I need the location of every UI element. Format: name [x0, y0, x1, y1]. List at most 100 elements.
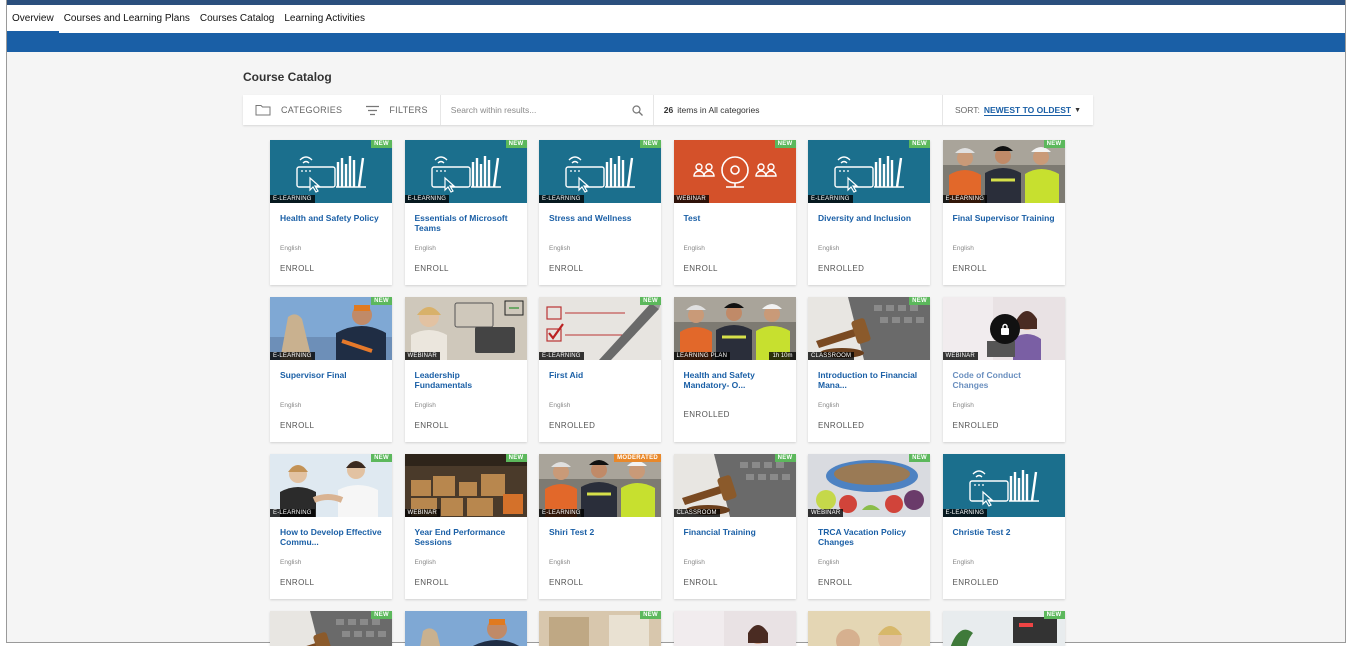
course-card[interactable]: NEW E-LEARNING Diversity and Inclusion Engl… — [808, 140, 930, 285]
course-card[interactable]: NEW E-LEARNING First Aid English ENROLLED — [539, 297, 661, 442]
course-type-label: E-LEARNING — [270, 352, 315, 360]
course-card[interactable]: WEBINAR Leadership Fundamentals English ENR… — [404, 297, 527, 442]
course-title-link[interactable]: Supervisor Final — [280, 370, 384, 380]
new-badge: NEW — [505, 454, 527, 462]
checklist-photo — [539, 297, 661, 360]
course-language: English — [549, 559, 571, 566]
course-card[interactable]: WEBINAR Code of Conduct Changes English ENR… — [942, 297, 1065, 442]
course-card[interactable]: NEW WEBINAR Year End Performance Sessions E… — [404, 454, 527, 599]
course-title-link[interactable]: Year End Performance Sessions — [415, 527, 519, 547]
course-type-label: E-LEARNING — [942, 509, 988, 517]
course-title-link[interactable]: Financial Training — [684, 527, 788, 537]
course-title-link[interactable]: Introduction to Financial Mana... — [818, 370, 922, 390]
course-title-link[interactable]: Health and Safety Policy — [280, 213, 384, 223]
course-card[interactable]: NEW CLASSROOM Introduction to Financial Ma… — [808, 297, 930, 442]
course-card[interactable]: NEW E-LEARNING Stress and Wellness English E… — [539, 140, 661, 285]
course-type-label: CLASSROOM — [808, 352, 855, 360]
course-thumbnail: NEW E-LEARNING — [539, 140, 661, 203]
course-language: English — [952, 559, 974, 566]
enroll-button[interactable]: ENROLL — [280, 421, 314, 430]
top-navigation: Overview Courses and Learning Plans Cour… — [7, 5, 1345, 33]
course-card[interactable] — [404, 611, 527, 646]
course-card[interactable]: NEW E-LEARNING How to Develop Effective Co… — [270, 454, 392, 599]
course-card[interactable]: NEW CLASSROOM Financial Training English ENR… — [673, 454, 796, 599]
enroll-button[interactable]: ENROLL — [549, 264, 583, 273]
enrolled-status: ENROLLED — [952, 578, 999, 587]
enroll-button[interactable]: ENROLL — [953, 264, 987, 273]
enroll-button[interactable]: ENROLL — [415, 578, 449, 587]
elearning-illustration-teal — [270, 140, 392, 203]
course-title-link[interactable]: Health and Safety Mandatory- O... — [684, 370, 788, 390]
results-count-text: items in All categories — [677, 105, 760, 115]
caret-down-icon: ▼ — [1074, 106, 1081, 114]
course-title-link[interactable]: Stress and Wellness — [549, 213, 653, 223]
course-language: English — [280, 402, 302, 409]
enroll-button[interactable]: ENROLL — [280, 264, 314, 273]
course-title-link[interactable]: First Aid — [549, 370, 653, 380]
course-language: English — [683, 245, 705, 252]
elearning-illustration-teal — [539, 140, 661, 203]
course-type-label: WEBINAR — [942, 352, 978, 360]
course-title-link[interactable]: How to Develop Effective Commu... — [280, 527, 384, 547]
course-card[interactable]: NEW — [942, 611, 1065, 646]
enroll-button[interactable]: ENROLL — [415, 421, 449, 430]
sort-dropdown[interactable]: SORT: NEWEST TO OLDEST ▼ — [941, 95, 1093, 125]
course-card[interactable]: E-LEARNING Christie Test 2 English ENROLLED — [942, 454, 1065, 599]
course-card[interactable]: NEW — [270, 611, 392, 646]
food-photo — [808, 454, 930, 517]
enroll-button[interactable]: ENROLL — [280, 578, 314, 587]
warehouse-photo — [404, 454, 527, 517]
new-badge: NEW — [640, 297, 661, 305]
course-type-label: E-LEARNING — [539, 195, 584, 203]
enroll-button[interactable]: ENROLL — [415, 264, 449, 273]
enrolled-status: ENROLLED — [818, 264, 865, 273]
course-card[interactable]: MODERATED E-LEARNING Shiri Test 2 English EN… — [539, 454, 661, 599]
tab-courses-catalog[interactable]: Courses Catalog — [195, 5, 279, 33]
new-badge: NEW — [1043, 140, 1065, 148]
course-card[interactable]: NEW WEBINAR TRCA Vacation Policy Changes En… — [808, 454, 930, 599]
course-card[interactable] — [673, 611, 796, 646]
course-thumbnail — [808, 611, 930, 646]
workers-photo — [673, 297, 796, 360]
course-title-link[interactable]: Leadership Fundamentals — [415, 370, 519, 390]
course-title-link[interactable]: TRCA Vacation Policy Changes — [818, 527, 922, 547]
tab-courses-and-learning-plans[interactable]: Courses and Learning Plans — [59, 5, 195, 33]
course-thumbnail: WEBINAR — [942, 297, 1065, 360]
elearning-illustration-teal — [942, 454, 1065, 517]
course-card[interactable]: NEW E-LEARNING Health and Safety Policy Eng… — [270, 140, 392, 285]
enrolled-status: ENROLLED — [549, 421, 596, 430]
course-card[interactable]: LEARNING PLAN 1h 10m Health and Safety Man… — [673, 297, 796, 442]
course-title-link[interactable]: Diversity and Inclusion — [818, 213, 922, 223]
tab-learning-activities[interactable]: Learning Activities — [279, 5, 370, 33]
new-badge: NEW — [371, 611, 392, 619]
search-input[interactable]: Search within results... — [439, 95, 654, 125]
filters-button[interactable]: FILTERS — [354, 95, 439, 125]
handshake-photo — [270, 454, 392, 517]
course-thumbnail: NEW WEBINAR — [808, 454, 930, 517]
search-icon[interactable] — [632, 104, 643, 116]
enroll-button[interactable]: ENROLL — [549, 578, 583, 587]
course-title-link[interactable]: Shiri Test 2 — [549, 527, 653, 537]
course-title-link[interactable]: Christie Test 2 — [953, 527, 1057, 537]
woman-laptop-photo — [673, 611, 796, 646]
course-title-link[interactable]: Final Supervisor Training — [953, 213, 1057, 223]
course-title-link[interactable]: Test — [684, 213, 788, 223]
course-type-label: WEBINAR — [404, 352, 440, 360]
new-badge: NEW — [371, 454, 392, 462]
filters-label: FILTERS — [389, 105, 428, 115]
course-card[interactable]: NEW E-LEARNING Final Supervisor Training En… — [942, 140, 1065, 285]
course-title-link[interactable]: Essentials of Microsoft Teams — [415, 213, 519, 233]
course-card[interactable]: NEW E-LEARNING Essentials of Microsoft Tea… — [404, 140, 527, 285]
course-card[interactable]: NEW — [539, 611, 661, 646]
course-card[interactable]: NEW E-LEARNING Supervisor Final English ENRO… — [270, 297, 392, 442]
enroll-button[interactable]: ENROLL — [818, 578, 852, 587]
tab-overview[interactable]: Overview — [7, 5, 59, 33]
enrolled-status: ENROLLED — [818, 421, 865, 430]
course-card[interactable] — [808, 611, 930, 646]
course-title-link[interactable]: Code of Conduct Changes — [953, 370, 1057, 390]
enrolled-status: ENROLLED — [952, 421, 999, 430]
enroll-button[interactable]: ENROLL — [684, 264, 718, 273]
enroll-button[interactable]: ENROLL — [684, 578, 718, 587]
categories-button[interactable]: CATEGORIES — [243, 95, 354, 125]
course-card[interactable]: NEW WEBINAR Test English ENROLL — [673, 140, 796, 285]
